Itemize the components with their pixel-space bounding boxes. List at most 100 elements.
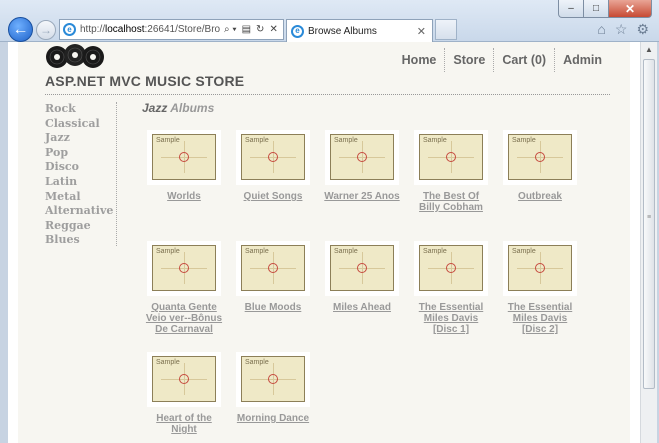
album-title-line: Miles Davis <box>512 313 568 324</box>
cover-sample-label: Sample <box>423 248 447 255</box>
album-card[interactable]: Sample Outbreak <box>501 130 579 202</box>
url-host: localhost <box>105 24 145 35</box>
genre-link[interactable]: Alternative <box>45 204 116 219</box>
sample-image-placeholder: Sample <box>508 245 572 291</box>
album-title-link[interactable]: Outbreak <box>501 191 579 202</box>
compatibility-view-icon[interactable]: ▤ <box>242 24 251 35</box>
album-title-link[interactable]: Worlds <box>145 191 223 202</box>
home-icon[interactable]: ⌂ <box>597 21 605 38</box>
album-cover[interactable]: Sample <box>147 241 221 296</box>
records-logo-icon[interactable] <box>45 42 105 70</box>
album-cover[interactable]: Sample <box>236 352 310 407</box>
favorites-star-icon[interactable]: ☆ <box>615 21 628 38</box>
genre-link[interactable]: Reggae <box>45 219 116 234</box>
genre-menu: Rock Classical Jazz Pop Disco Latin Meta… <box>45 102 117 246</box>
vertical-scrollbar[interactable]: ▲ ≡ <box>640 42 657 443</box>
stop-icon[interactable]: ✕ <box>269 24 277 35</box>
genre-link[interactable]: Jazz <box>45 131 116 146</box>
album-card[interactable]: Sample Quiet Songs <box>234 130 312 202</box>
sample-image-placeholder: Sample <box>152 356 216 402</box>
header-divider <box>45 94 610 95</box>
genre-link[interactable]: Rock <box>45 102 116 117</box>
album-title-link[interactable]: The Essential Miles Davis [Disc 1] <box>412 302 490 335</box>
album-card[interactable]: Sample Blue Moods <box>234 241 312 313</box>
forward-button[interactable]: → <box>36 20 56 40</box>
url-path: :26641/Store/Browse <box>144 24 220 35</box>
album-card[interactable]: Sample The Best Of Billy Cobham <box>412 130 490 213</box>
nav-home-link[interactable]: Home <box>394 48 445 72</box>
album-title-line: Warner 25 Anos <box>324 191 400 202</box>
sample-image-placeholder: Sample <box>241 245 305 291</box>
album-title-link[interactable]: Heart of the Night <box>145 413 223 435</box>
album-cover[interactable]: Sample <box>147 352 221 407</box>
genre-link[interactable]: Classical <box>45 117 116 132</box>
album-title-link[interactable]: Miles Ahead <box>323 302 401 313</box>
album-card[interactable]: Sample Warner 25 Anos <box>323 130 401 202</box>
album-title-link[interactable]: The Best Of Billy Cobham <box>412 191 490 213</box>
album-cover[interactable]: Sample <box>414 241 488 296</box>
album-title-link[interactable]: The Essential Miles Davis [Disc 2] <box>501 302 579 335</box>
address-bar[interactable]: e http://localhost:26641/Store/Browse ⌕ … <box>59 19 284 40</box>
album-card[interactable]: Sample The Essential Miles Davis [Disc 1] <box>412 241 490 335</box>
target-circle-icon <box>446 263 456 273</box>
album-title-line: Miles Ahead <box>333 302 391 313</box>
album-cover[interactable]: Sample <box>414 130 488 185</box>
genre-link[interactable]: Latin <box>45 175 116 190</box>
scroll-grip-icon: ≡ <box>647 214 652 221</box>
settings-gear-icon[interactable]: ⚙ <box>636 21 649 38</box>
album-card[interactable]: Sample Miles Ahead <box>323 241 401 313</box>
close-window-button[interactable]: ✕ <box>609 0 652 18</box>
genre-link[interactable]: Blues <box>45 233 116 248</box>
genre-link[interactable]: Disco <box>45 160 116 175</box>
scroll-thumb[interactable]: ≡ <box>643 59 655 389</box>
album-title-link[interactable]: Quanta Gente Veio ver--Bônus De Carnaval <box>145 302 223 335</box>
album-cover[interactable]: Sample <box>236 130 310 185</box>
album-title-line: Miles Davis <box>423 313 479 324</box>
album-cover[interactable]: Sample <box>503 241 577 296</box>
scroll-up-arrow-icon[interactable]: ▲ <box>641 42 657 57</box>
album-card[interactable]: Sample Heart of the Night <box>145 352 223 435</box>
refresh-icon[interactable]: ↻ <box>256 24 264 35</box>
album-title-line: The Essential <box>507 302 573 313</box>
cover-sample-label: Sample <box>512 248 536 255</box>
minimize-button[interactable]: – <box>558 0 584 18</box>
new-tab-button[interactable] <box>435 19 457 40</box>
cover-sample-label: Sample <box>156 359 180 366</box>
nav-store-link[interactable]: Store <box>444 48 493 72</box>
nav-cart-link[interactable]: Cart (0) <box>493 48 554 72</box>
genre-link[interactable]: Metal <box>45 190 116 205</box>
back-button[interactable]: ← <box>8 17 33 42</box>
cover-sample-label: Sample <box>156 137 180 144</box>
album-card[interactable]: Sample The Essential Miles Davis [Disc 2] <box>501 241 579 335</box>
album-title-line: Blue Moods <box>244 302 302 313</box>
album-cover[interactable]: Sample <box>503 130 577 185</box>
album-title-link[interactable]: Morning Dance <box>234 413 312 424</box>
album-cover[interactable]: Sample <box>325 130 399 185</box>
url-prefix: http:// <box>80 24 106 35</box>
nav-admin-link[interactable]: Admin <box>554 48 610 72</box>
album-cover[interactable]: Sample <box>236 241 310 296</box>
album-card[interactable]: Sample Morning Dance <box>234 352 312 424</box>
album-cover[interactable]: Sample <box>325 241 399 296</box>
tab-browse-albums[interactable]: e Browse Albums ✕ <box>286 19 433 42</box>
tab-close-icon[interactable]: ✕ <box>417 25 426 38</box>
maximize-button[interactable]: □ <box>584 0 609 18</box>
tab-title: Browse Albums <box>308 25 377 37</box>
page-heading: Jazz Albums <box>142 101 214 115</box>
genre-link[interactable]: Pop <box>45 146 116 161</box>
album-title-link[interactable]: Warner 25 Anos <box>323 191 401 202</box>
cover-sample-label: Sample <box>156 248 180 255</box>
album-title-line: De Carnaval <box>155 324 213 335</box>
search-dropdown-icon[interactable]: ⌕ ▾ <box>224 24 237 35</box>
window-controls: – □ ✕ <box>558 0 652 18</box>
cover-sample-label: Sample <box>512 137 536 144</box>
sample-image-placeholder: Sample <box>419 245 483 291</box>
url-text[interactable]: http://localhost:26641/Store/Browse <box>80 24 220 35</box>
album-title-link[interactable]: Quiet Songs <box>234 191 312 202</box>
album-card[interactable]: Sample Worlds <box>145 130 223 202</box>
album-title-line: Night <box>171 424 197 435</box>
album-card[interactable]: Sample Quanta Gente Veio ver--Bônus De Carn… <box>145 241 223 335</box>
album-title-link[interactable]: Blue Moods <box>234 302 312 313</box>
heading-suffix: Albums <box>167 101 215 115</box>
album-cover[interactable]: Sample <box>147 130 221 185</box>
